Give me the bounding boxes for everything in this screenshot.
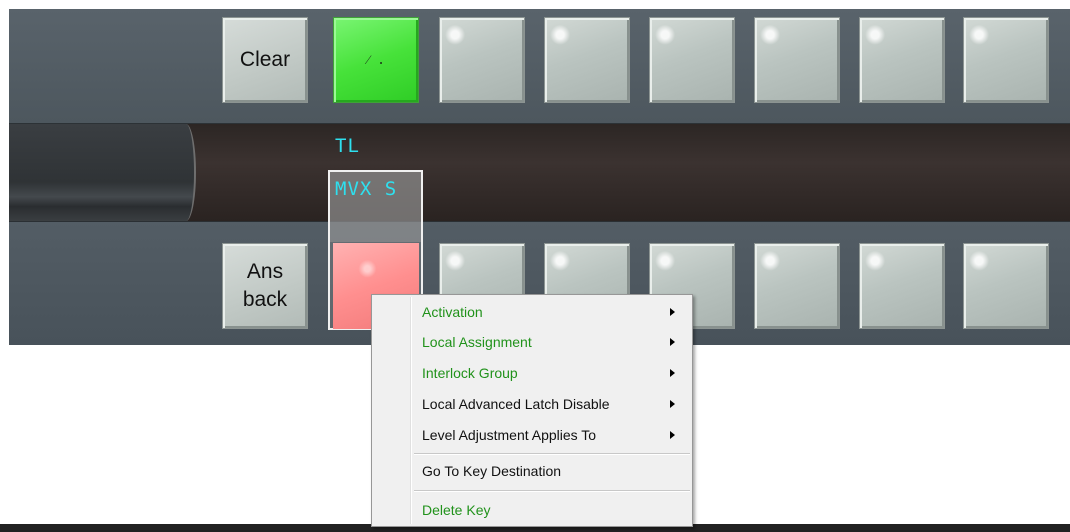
active-key-text: ⁄ .	[367, 53, 385, 68]
panel-key[interactable]	[754, 17, 840, 103]
panel-key[interactable]	[439, 17, 525, 103]
clear-key-label: Clear	[239, 48, 291, 71]
menu-item-label: Local Assignment	[422, 334, 532, 350]
menu-item-label: Interlock Group	[422, 365, 518, 381]
panel-key[interactable]	[649, 17, 735, 103]
submenu-arrow-icon	[670, 431, 675, 439]
panel-key[interactable]	[859, 243, 945, 329]
key-label-line2: MVX S	[335, 178, 398, 200]
submenu-arrow-icon	[670, 400, 675, 408]
ans-line1: Ans	[246, 260, 284, 283]
menu-item-local-assignment[interactable]: Local Assignment	[372, 330, 692, 354]
panel-key[interactable]	[544, 17, 630, 103]
strip-end-cap	[9, 124, 196, 221]
submenu-arrow-icon	[670, 308, 675, 316]
panel-key[interactable]	[754, 243, 840, 329]
label-strip	[9, 124, 1070, 221]
menu-item-local-advanced-latch-disable[interactable]: Local Advanced Latch Disable	[372, 392, 692, 416]
menu-item-label: Level Adjustment Applies To	[422, 427, 597, 443]
submenu-arrow-icon	[670, 338, 675, 346]
answer-back-label: Ans back	[243, 258, 287, 314]
menu-separator	[414, 490, 690, 492]
answer-back-key[interactable]: Ans back	[222, 243, 308, 329]
menu-item-level-adjustment[interactable]: Level Adjustment Applies To	[372, 423, 692, 447]
menu-separator	[414, 453, 690, 455]
submenu-arrow-icon	[670, 369, 675, 377]
menu-item-go-to-key-destination[interactable]: Go To Key Destination	[372, 459, 692, 483]
menu-item-label: Local Advanced Latch Disable	[422, 396, 610, 412]
panel-key[interactable]	[963, 17, 1049, 103]
menu-item-label: Delete Key	[422, 502, 491, 518]
active-talk-key[interactable]: ⁄ .	[333, 17, 419, 103]
clear-key[interactable]: Clear	[222, 17, 308, 103]
panel-key[interactable]	[859, 17, 945, 103]
menu-item-label: Go To Key Destination	[422, 463, 562, 479]
menu-item-activation[interactable]: Activation	[372, 300, 692, 324]
ans-line2: back	[242, 288, 288, 311]
key-label-line1: TL	[335, 135, 360, 157]
panel-key[interactable]	[963, 243, 1049, 329]
menu-item-interlock-group[interactable]: Interlock Group	[372, 361, 692, 385]
key-context-menu: Activation Local Assignment Interlock Gr…	[371, 294, 693, 527]
menu-item-label: Activation	[422, 304, 483, 320]
menu-item-delete-key[interactable]: Delete Key	[372, 498, 692, 522]
